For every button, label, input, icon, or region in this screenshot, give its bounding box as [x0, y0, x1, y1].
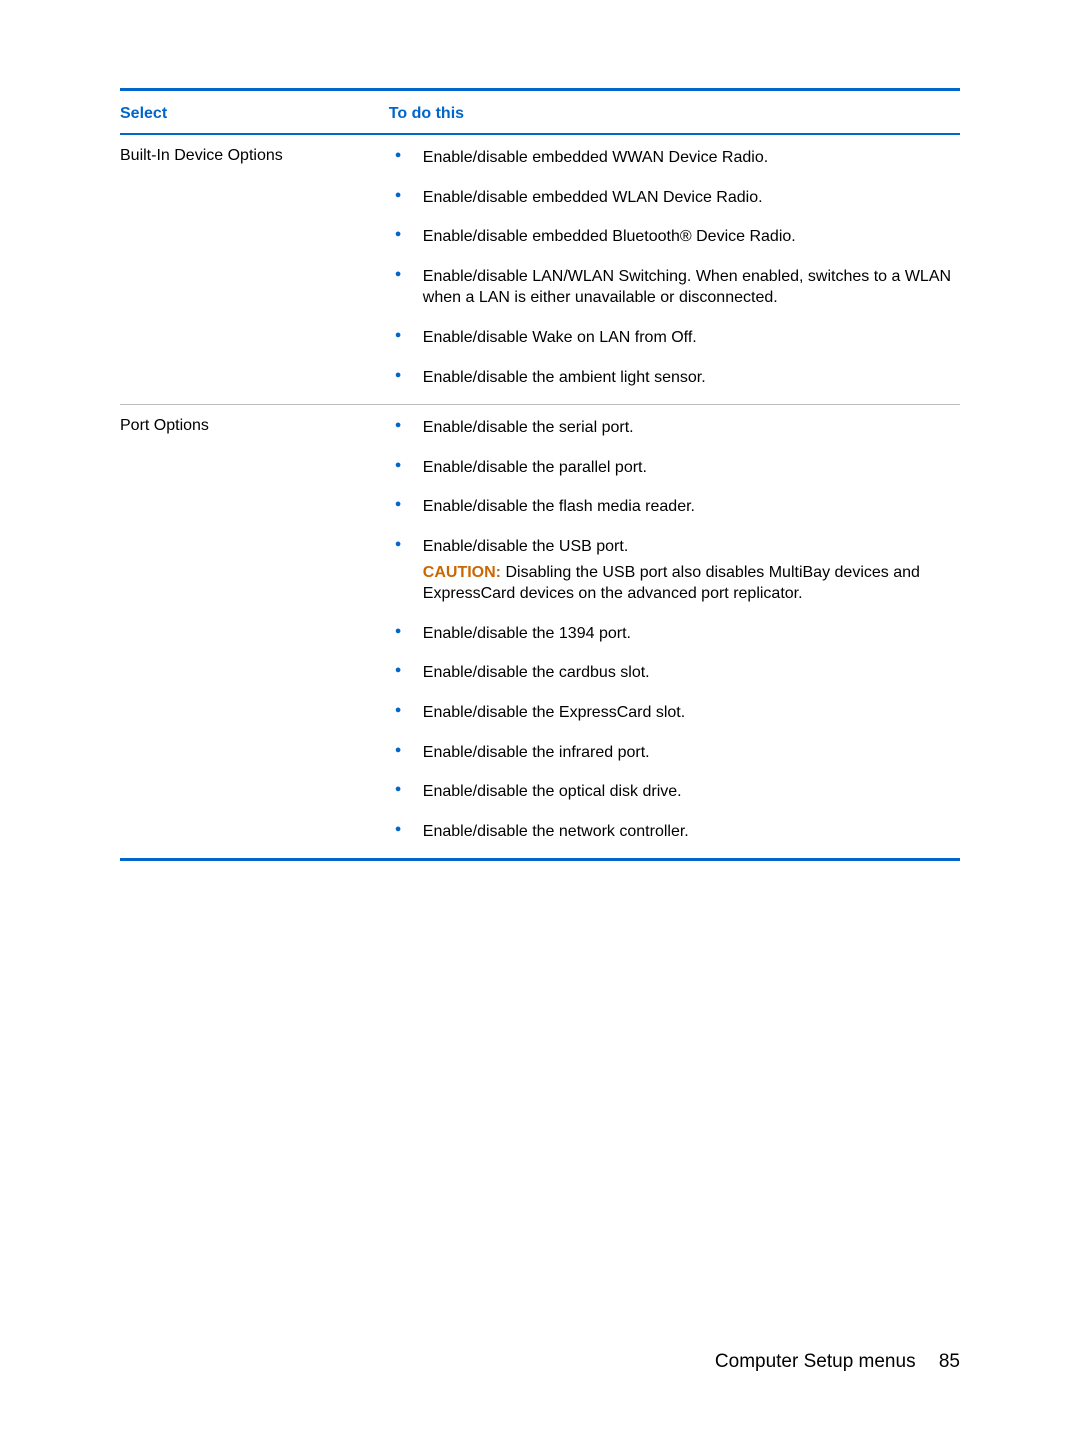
list-item: Enable/disable the parallel port. [389, 457, 960, 479]
list-item: Enable/disable the ambient light sensor. [389, 367, 960, 389]
list-item: Enable/disable embedded WWAN Device Radi… [389, 147, 960, 169]
header-action: To do this [389, 90, 960, 135]
list-item: Enable/disable LAN/WLAN Switching. When … [389, 266, 960, 309]
list-item: Enable/disable the optical disk drive. [389, 781, 960, 803]
row-content-built-in-device-options: Enable/disable embedded WWAN Device Radi… [389, 134, 960, 405]
list-item: Enable/disable the flash media reader. [389, 496, 960, 518]
row-content-port-options: Enable/disable the serial port. Enable/d… [389, 405, 960, 860]
list-item: Enable/disable the infrared port. [389, 742, 960, 764]
list-item: Enable/disable the 1394 port. [389, 623, 960, 645]
table-row: Port Options Enable/disable the serial p… [120, 405, 960, 860]
list-item: Enable/disable the serial port. [389, 417, 960, 439]
list-item: Enable/disable embedded WLAN Device Radi… [389, 187, 960, 209]
row-label-port-options: Port Options [120, 405, 389, 860]
list-item: Enable/disable the network controller. [389, 821, 960, 843]
page-number: 85 [939, 1351, 960, 1372]
caution-note: CAUTION: Disabling the USB port also dis… [389, 562, 960, 605]
bullet-list: Enable/disable embedded WWAN Device Radi… [389, 147, 960, 388]
row-label-built-in-device-options: Built-In Device Options [120, 134, 389, 405]
list-item: Enable/disable the cardbus slot. [389, 662, 960, 684]
list-item: Enable/disable Wake on LAN from Off. [389, 327, 960, 349]
list-item: Enable/disable the ExpressCard slot. [389, 702, 960, 724]
page-footer: Computer Setup menus 85 [715, 1351, 960, 1373]
table-row: Built-In Device Options Enable/disable e… [120, 134, 960, 405]
document-page: Select To do this Built-In Device Option… [0, 0, 1080, 1437]
list-item: Enable/disable the USB port. [389, 536, 960, 558]
footer-title: Computer Setup menus [715, 1351, 916, 1372]
list-item: Enable/disable embedded Bluetooth® Devic… [389, 226, 960, 248]
header-select: Select [120, 90, 389, 135]
table-header-row: Select To do this [120, 90, 960, 135]
options-table: Select To do this Built-In Device Option… [120, 88, 960, 861]
caution-label: CAUTION: [423, 564, 501, 581]
bullet-list: Enable/disable the serial port. Enable/d… [389, 417, 960, 557]
bullet-list: Enable/disable the 1394 port. Enable/dis… [389, 623, 960, 843]
